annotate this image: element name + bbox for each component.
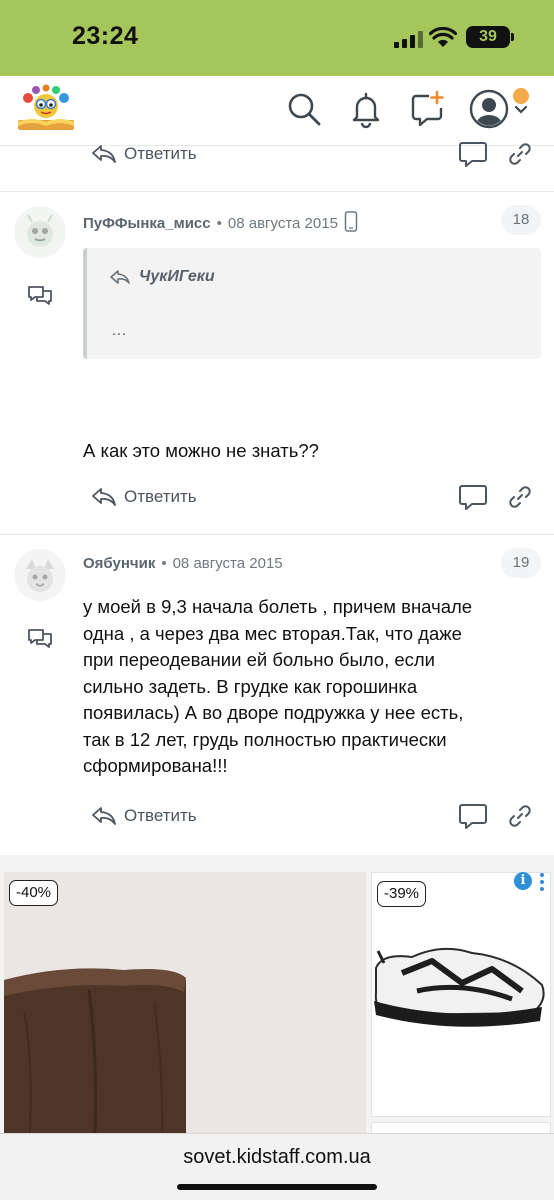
- mobile-icon: [344, 211, 358, 232]
- discount-badge: -39%: [377, 881, 427, 907]
- comment-author[interactable]: ПуФФынка_мисс: [83, 215, 211, 232]
- comment-date: 08 августа 2015: [172, 555, 283, 572]
- home-indicator: [177, 1184, 377, 1190]
- sneaker-image: [374, 947, 545, 1027]
- ad-info-icon[interactable]: i: [514, 872, 532, 890]
- url-text[interactable]: sovet.kidstaff.com.ua: [0, 1146, 554, 1169]
- ad-product-boot[interactable]: -40%: [4, 872, 366, 1153]
- comment-meta: Оябунчик • 08 августа 2015: [83, 555, 283, 572]
- site-logo[interactable]: [14, 84, 78, 136]
- new-post-icon[interactable]: [407, 89, 447, 129]
- comment-icon[interactable]: [458, 483, 488, 511]
- comment-line: одна , а через два мес вторая.Так, что д…: [83, 622, 462, 644]
- link-icon[interactable]: [508, 485, 532, 509]
- status-time: 23:24: [72, 22, 139, 50]
- discount-badge: -40%: [9, 880, 59, 906]
- user-avatar-icon[interactable]: [469, 89, 509, 129]
- notification-dot: [513, 88, 529, 104]
- chevron-down-icon[interactable]: [513, 104, 529, 116]
- quote-author[interactable]: ЧукИГеки: [139, 268, 215, 286]
- ad-product-sneaker[interactable]: -39%: [371, 872, 551, 1117]
- divider: [0, 191, 554, 192]
- quote-text: …: [111, 322, 127, 339]
- wifi-icon: [429, 27, 457, 47]
- comment-icon[interactable]: [458, 140, 488, 168]
- chat-icon[interactable]: [26, 284, 54, 308]
- chat-icon[interactable]: [26, 627, 54, 651]
- comment-number[interactable]: 18: [501, 205, 541, 235]
- comment-line: у моей в 9,3 начала болеть , причем внач…: [83, 596, 473, 617]
- status-bar: 23:24 39: [0, 0, 554, 76]
- comment-date: 08 августа 2015: [227, 215, 338, 232]
- link-icon[interactable]: [508, 804, 532, 828]
- comment-icon[interactable]: [458, 802, 488, 830]
- reply-icon[interactable]: [90, 485, 118, 509]
- reply-button[interactable]: Ответить: [124, 144, 197, 164]
- search-icon[interactable]: [284, 89, 324, 129]
- link-icon[interactable]: [508, 142, 532, 166]
- more-options-icon[interactable]: [538, 872, 546, 892]
- comment-number[interactable]: 19: [501, 548, 541, 578]
- comment-text: у моей в 9,3 начала болеть , причем внач…: [83, 594, 472, 780]
- comment-meta: ПуФФынка_мисс • 08 августа 2015: [83, 211, 358, 232]
- comment-author[interactable]: Оябунчик: [83, 555, 155, 572]
- comment-text: А как это можно не знать??: [83, 440, 319, 461]
- comment-line: появилась) А во дворе подружка у нее ест…: [83, 702, 464, 723]
- reply-icon[interactable]: [90, 804, 118, 828]
- divider: [0, 534, 554, 535]
- reply-button[interactable]: Ответить: [124, 487, 197, 507]
- battery-icon: 39: [466, 26, 510, 48]
- battery-tip: [511, 33, 514, 41]
- comment-actions: Ответить: [0, 796, 554, 836]
- comment-line: сформирована!!!: [83, 755, 228, 776]
- comment-line: при переодевании ей больно было, если: [83, 649, 436, 670]
- reply-button[interactable]: Ответить: [124, 806, 197, 826]
- browser-url-bar[interactable]: sovet.kidstaff.com.ua: [0, 1133, 554, 1200]
- comment-line: сильно задеть. В грудке как горошинка: [83, 675, 418, 697]
- reply-icon[interactable]: [90, 142, 118, 166]
- reply-icon: [110, 270, 130, 284]
- comment-line: так в 12 лет, грудь полностью практическ…: [83, 728, 447, 750]
- avatar[interactable]: [14, 206, 66, 258]
- quote-block: ЧукИГеки …: [83, 248, 541, 359]
- boot-image: [4, 968, 186, 1153]
- prev-comment-actions: Ответить: [0, 134, 554, 174]
- comment-actions: Ответить: [0, 477, 554, 517]
- signal-icon: [394, 30, 424, 48]
- bell-icon[interactable]: [346, 89, 386, 129]
- avatar[interactable]: [14, 549, 66, 601]
